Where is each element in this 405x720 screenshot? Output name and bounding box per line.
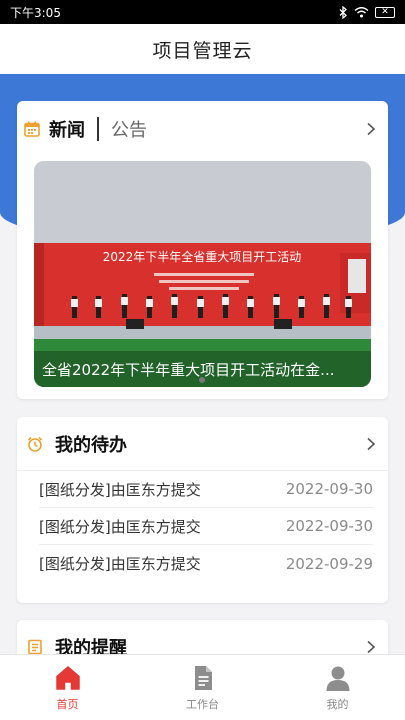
todo-item-text: [图纸分发]由匡东方提交 <box>39 517 201 536</box>
page-title: 项目管理云 <box>152 39 253 62</box>
status-bar: 下午3:05 ✕ <box>0 0 405 24</box>
status-time: 下午3:05 <box>10 5 61 20</box>
todo-item[interactable]: [图纸分发]由匡东方提交 2022-09-30 <box>39 471 373 508</box>
document-icon <box>194 665 212 690</box>
alarm-clock-icon <box>27 436 43 452</box>
tab-home[interactable]: 首页 <box>0 655 135 720</box>
home-icon <box>55 665 80 690</box>
carousel-indicator <box>199 377 205 383</box>
battery-icon: ✕ <box>375 6 395 18</box>
news-card: 新闻 公告 2022年下半年全省重大项目开工活动 全省2022年下半年重大项目开… <box>17 101 388 399</box>
tab-announcements[interactable]: 公告 <box>111 116 147 142</box>
todo-item-text: [图纸分发]由匡东方提交 <box>39 480 201 499</box>
todo-item[interactable]: [图纸分发]由匡东方提交 2022-09-29 <box>39 545 373 582</box>
todo-card: 我的待办 [图纸分发]由匡东方提交 2022-09-30 [图纸分发]由匡东方提… <box>17 417 388 603</box>
tab-workbench-label: 工作台 <box>186 697 219 711</box>
chevron-right-icon[interactable] <box>364 437 378 451</box>
todo-item-date: 2022-09-30 <box>285 480 373 498</box>
user-icon <box>326 666 349 691</box>
banner-headline: 2022年下半年全省重大项目开工活动 <box>103 249 302 264</box>
wifi-icon <box>354 7 369 18</box>
note-icon <box>28 639 42 655</box>
tab-home-label: 首页 <box>56 697 79 711</box>
app-header: 项目管理云 <box>0 24 405 74</box>
tab-news[interactable]: 新闻 <box>49 116 85 142</box>
chevron-right-icon[interactable] <box>364 640 378 654</box>
todo-header[interactable]: 我的待办 <box>17 417 388 471</box>
news-header: 新闻 公告 <box>17 101 388 156</box>
todo-item-text: [图纸分发]由匡东方提交 <box>39 555 201 573</box>
chevron-right-icon[interactable] <box>364 122 378 136</box>
todo-title: 我的待办 <box>55 434 127 456</box>
status-icons: ✕ <box>339 5 395 19</box>
calendar-icon <box>24 121 40 137</box>
news-banner[interactable]: 2022年下半年全省重大项目开工活动 全省2022年下半年重大项目开工活动在金.… <box>34 161 371 387</box>
bluetooth-icon <box>339 5 347 19</box>
tab-divider <box>97 116 99 141</box>
todo-item-date: 2022-09-29 <box>285 554 373 573</box>
tab-workbench[interactable]: 工作台 <box>135 655 270 720</box>
todo-item-date: 2022-09-30 <box>285 517 373 535</box>
tab-profile-label: 我的 <box>326 697 349 711</box>
tab-profile[interactable]: 我的 <box>270 655 405 720</box>
bottom-tab-bar: 首页 工作台 我的 <box>0 654 405 720</box>
todo-item[interactable]: [图纸分发]由匡东方提交 2022-09-30 <box>39 508 373 545</box>
